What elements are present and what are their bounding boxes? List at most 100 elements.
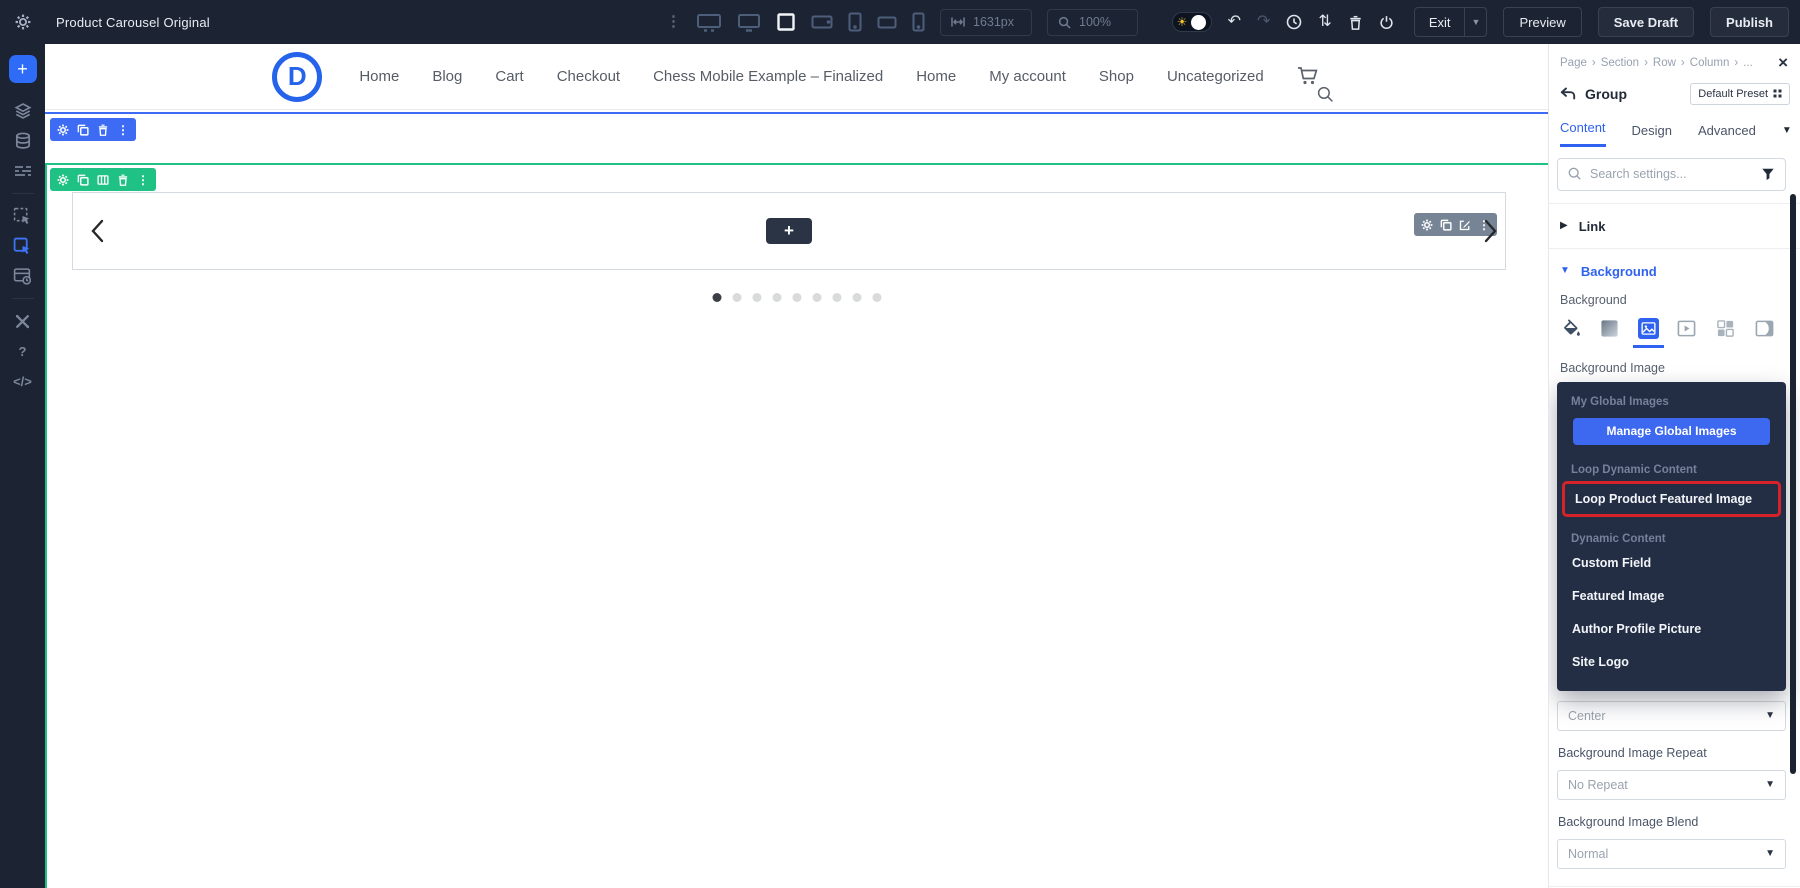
section-settings-gear-icon[interactable] — [57, 124, 69, 136]
panel-scrollbar[interactable] — [1790, 194, 1796, 774]
tab-design[interactable]: Design — [1632, 123, 1672, 147]
nav-link[interactable]: Checkout — [557, 68, 620, 85]
add-item-button[interactable]: + — [766, 218, 812, 244]
filter-funnel-icon[interactable] — [1761, 167, 1775, 181]
background-image-position-select[interactable]: Center ▼ — [1557, 700, 1786, 731]
pagination-dot[interactable] — [792, 293, 801, 302]
publish-button[interactable]: Publish — [1710, 7, 1789, 37]
device-current-breakpoint-icon[interactable] — [776, 12, 796, 32]
history-icon[interactable] — [1286, 14, 1302, 30]
pagination-dot[interactable] — [772, 293, 781, 302]
module-duplicate-icon[interactable] — [1440, 219, 1452, 231]
background-image-repeat-select[interactable]: No Repeat ▼ — [1557, 769, 1786, 800]
settings-list-icon[interactable] — [0, 156, 45, 186]
section-link[interactable]: ▶ Link — [1549, 204, 1800, 249]
background-color-bucket-icon[interactable] — [1560, 318, 1581, 339]
database-icon[interactable] — [0, 126, 45, 156]
sort-layers-icon[interactable]: ⇅ — [1318, 14, 1331, 30]
dropdown-item-loop-product-featured-image[interactable]: Loop Product Featured Image — [1562, 480, 1781, 517]
background-pattern-icon[interactable] — [1715, 318, 1736, 339]
row-trash-icon[interactable] — [117, 174, 129, 186]
background-mask-icon[interactable] — [1754, 318, 1775, 339]
breadcrumb-item[interactable]: Section — [1601, 57, 1639, 69]
background-gradient-icon[interactable] — [1599, 318, 1620, 339]
save-draft-button[interactable]: Save Draft — [1597, 7, 1695, 37]
dropdown-item-custom-field[interactable]: Custom Field — [1569, 548, 1774, 578]
pagination-dot[interactable] — [832, 293, 841, 302]
section-more-options-icon[interactable]: ⋮ — [117, 124, 129, 136]
undo-icon[interactable]: ↶ — [1228, 14, 1241, 30]
tools-icon[interactable] — [0, 306, 45, 336]
help-icon[interactable]: ? — [0, 336, 45, 366]
row-columns-icon[interactable] — [97, 174, 109, 186]
carousel-next-arrow-icon[interactable] — [1481, 218, 1499, 244]
breadcrumb-item[interactable]: Column — [1690, 57, 1730, 69]
manage-global-images-button[interactable]: Manage Global Images — [1573, 417, 1770, 445]
section-duplicate-icon[interactable] — [77, 124, 89, 136]
default-preset-button[interactable]: Default Preset — [1690, 82, 1790, 105]
site-logo[interactable]: D — [272, 51, 323, 102]
nav-link[interactable]: Cart — [495, 68, 523, 85]
page-layouts-icon[interactable] — [0, 261, 45, 291]
row-duplicate-icon[interactable] — [77, 174, 89, 186]
pagination-dot[interactable] — [852, 293, 861, 302]
exit-caret-icon[interactable]: ▼ — [1464, 8, 1486, 36]
code-icon[interactable]: </> — [0, 366, 45, 396]
search-icon[interactable] — [1317, 86, 1334, 103]
width-value[interactable] — [973, 15, 1021, 29]
layers-icon[interactable] — [0, 96, 45, 126]
nav-link[interactable]: Shop — [1099, 68, 1134, 85]
background-video-icon[interactable] — [1676, 318, 1697, 339]
nav-link[interactable]: My account — [989, 68, 1066, 85]
device-desktop-icon[interactable] — [737, 12, 761, 32]
pagination-dot[interactable] — [812, 293, 821, 302]
module-settings-gear-icon[interactable] — [1421, 219, 1433, 231]
tab-advanced[interactable]: Advanced — [1698, 123, 1756, 147]
dropdown-item-featured-image[interactable]: Featured Image — [1569, 581, 1774, 611]
page-settings-gear-icon[interactable] — [15, 14, 31, 30]
hover-mode-icon[interactable] — [0, 201, 45, 231]
close-panel-icon[interactable]: × — [1778, 54, 1788, 71]
tabs-caret-icon[interactable]: ▼ — [1782, 125, 1792, 136]
pagination-dot[interactable] — [872, 293, 881, 302]
dropdown-item-author-profile-picture[interactable]: Author Profile Picture — [1569, 614, 1774, 644]
row-settings-gear-icon[interactable] — [57, 174, 69, 186]
search-settings-field[interactable] — [1557, 157, 1786, 191]
trash-icon[interactable] — [1348, 15, 1363, 30]
back-arrow-icon[interactable] — [1560, 87, 1576, 100]
background-image-icon[interactable] — [1632, 317, 1664, 348]
pagination-dot[interactable] — [752, 293, 761, 302]
cart-icon[interactable] — [1297, 66, 1333, 102]
canvas-zoom-input[interactable] — [1047, 8, 1138, 36]
module-edit-icon[interactable] — [1459, 219, 1471, 231]
exit-button[interactable]: Exit — [1415, 8, 1465, 36]
row-more-options-icon[interactable]: ⋮ — [137, 174, 149, 186]
section-trash-icon[interactable] — [97, 124, 109, 136]
portability-power-icon[interactable] — [1379, 15, 1394, 30]
nav-link[interactable]: Chess Mobile Example – Finalized — [653, 68, 883, 85]
section-background[interactable]: ▼ Background — [1549, 249, 1800, 283]
device-phone-portrait-icon[interactable] — [912, 12, 925, 32]
background-image-blend-select[interactable]: Normal ▼ — [1557, 838, 1786, 869]
nav-link[interactable]: Home — [916, 68, 956, 85]
click-mode-icon[interactable] — [0, 231, 45, 261]
drag-handle-icon[interactable]: ⋮ — [666, 14, 681, 29]
carousel-prev-arrow-icon[interactable] — [89, 218, 107, 244]
device-tablet-landscape-icon[interactable] — [811, 14, 833, 30]
nav-link[interactable]: Uncategorized — [1167, 68, 1264, 85]
device-desktop-large-icon[interactable] — [696, 12, 722, 32]
breadcrumb-truncation[interactable]: ... — [1743, 57, 1753, 69]
tab-content[interactable]: Content — [1560, 120, 1606, 147]
search-settings-input[interactable] — [1590, 167, 1753, 182]
canvas-width-input[interactable] — [940, 8, 1032, 36]
add-module-button[interactable]: + — [8, 55, 37, 83]
nav-link[interactable]: Home — [359, 68, 399, 85]
breadcrumb-item[interactable]: Page — [1560, 57, 1587, 69]
preview-button[interactable]: Preview — [1503, 7, 1582, 37]
zoom-value[interactable] — [1079, 15, 1127, 29]
pagination-dot[interactable] — [732, 293, 741, 302]
device-phone-landscape-icon[interactable] — [877, 16, 897, 29]
light-dark-mode-toggle[interactable]: ☀ — [1171, 12, 1212, 32]
device-tablet-portrait-icon[interactable] — [848, 12, 862, 32]
nav-link[interactable]: Blog — [432, 68, 462, 85]
